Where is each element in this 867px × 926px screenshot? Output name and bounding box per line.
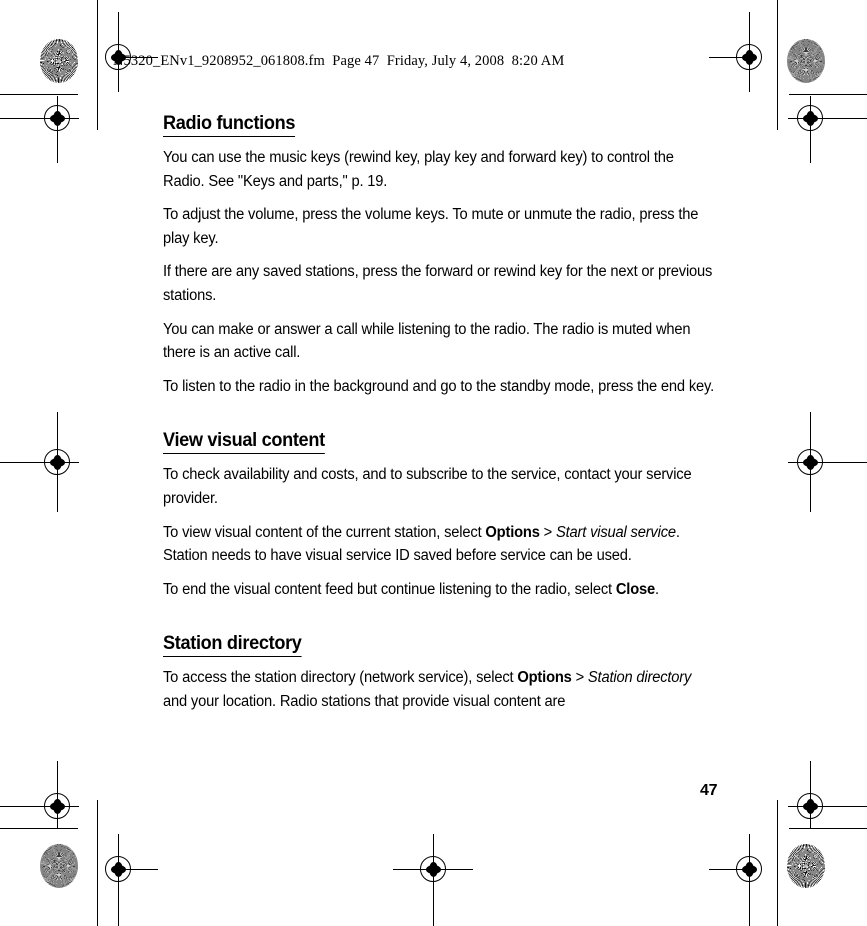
registration-mark-top-right <box>709 12 785 93</box>
registration-mark-upper-left <box>0 82 93 163</box>
section-heading: Radio functions <box>163 112 295 137</box>
body-paragraph: If there are any saved stations, press t… <box>163 260 715 307</box>
registration-ring <box>736 856 762 882</box>
registration-crosshair-horizontal <box>788 117 867 119</box>
registration-crosshair-vertical <box>117 834 119 926</box>
text-run: You can make or answer a call while list… <box>163 320 691 362</box>
text-run: To view visual content of the current st… <box>163 523 486 541</box>
registration-ring <box>797 105 823 131</box>
registration-crosshair-horizontal <box>0 805 79 807</box>
registration-hub <box>425 861 441 877</box>
registration-crosshair-vertical <box>748 834 750 926</box>
registration-ring <box>44 105 70 131</box>
text-run: If there are any saved stations, press t… <box>163 263 713 304</box>
text-run: To access the station directory (network… <box>163 669 518 687</box>
registration-crosshair-vertical <box>809 412 811 512</box>
registration-crosshair-horizontal <box>0 117 79 119</box>
text-run: To end the visual content feed but conti… <box>163 580 616 598</box>
registration-mark-lower-left <box>0 761 93 842</box>
text-run: To listen to the radio in the background… <box>163 377 715 395</box>
registration-ring <box>797 449 823 475</box>
text-run: To adjust the volume, press the volume k… <box>163 206 699 247</box>
registration-mark-bottom-center <box>393 833 473 926</box>
crop-line-vertical <box>97 800 98 926</box>
crop-line-horizontal <box>789 94 867 95</box>
section-heading: Station directory <box>163 632 302 658</box>
text-run: and your location. Radio stations that p… <box>163 692 566 710</box>
registration-crosshair-horizontal <box>118 868 158 870</box>
registration-crosshair-vertical <box>56 761 58 828</box>
registration-hub <box>741 49 757 65</box>
page-content-column: Radio functions You can use the music key… <box>163 112 715 714</box>
registration-crosshair-horizontal <box>788 461 867 463</box>
registration-hub <box>49 110 65 126</box>
section-heading-wrapper: View visual content <box>163 429 715 455</box>
registration-crosshair-vertical <box>809 761 811 828</box>
screen-angle-star-top-right <box>787 38 825 84</box>
body-paragraph: To adjust the volume, press the volume k… <box>163 203 715 250</box>
text-run: > <box>539 523 556 541</box>
crop-line-horizontal <box>0 828 78 829</box>
registration-ring <box>797 793 823 819</box>
registration-hub <box>802 454 818 470</box>
registration-hub <box>802 110 818 126</box>
registration-hub <box>741 861 757 877</box>
body-paragraph: You can use the music keys (rewind key, … <box>163 146 715 193</box>
registration-crosshair-horizontal <box>393 868 473 870</box>
registration-hub <box>49 798 65 814</box>
registration-mark-upper-right <box>774 82 867 163</box>
text-run: To check availability and costs, and to … <box>163 466 692 507</box>
section-heading: View visual content <box>163 429 325 455</box>
ui-menu-item-emphasis: Start visual service <box>555 523 676 541</box>
ui-command-emphasis: Options <box>485 523 540 541</box>
screen-angle-star-bottom-right <box>787 843 825 889</box>
registration-hub <box>110 861 126 877</box>
section-heading-wrapper: Station directory <box>163 632 715 658</box>
crop-line-horizontal <box>789 828 867 829</box>
registration-crosshair-vertical <box>432 834 434 926</box>
body-paragraph: You can make or answer a call while list… <box>163 318 715 365</box>
registration-crosshair-vertical <box>809 96 811 163</box>
screen-angle-star-top-left <box>40 38 78 84</box>
registration-hub <box>802 798 818 814</box>
registration-crosshair-vertical <box>56 412 58 512</box>
screen-angle-star-bottom-left <box>40 843 78 889</box>
registration-mark-middle-left <box>0 412 93 512</box>
registration-ring <box>44 793 70 819</box>
registration-ring <box>420 856 446 882</box>
ui-command-emphasis: Options <box>517 669 572 687</box>
registration-ring <box>44 449 70 475</box>
registration-crosshair-horizontal <box>709 868 749 870</box>
registration-ring <box>736 44 762 70</box>
crop-line-vertical <box>777 0 778 130</box>
body-paragraph: To view visual content of the current st… <box>163 521 715 568</box>
ui-menu-item-emphasis: Station directory <box>587 669 692 687</box>
registration-mark-middle-right <box>774 412 867 512</box>
crop-line-horizontal <box>0 94 78 95</box>
ui-command-emphasis: Close <box>615 580 656 598</box>
registration-mark-bottom-left <box>82 833 158 926</box>
text-run: You can use the music keys (rewind key, … <box>163 149 674 190</box>
document-header-slug: N5320_ENv1_9208952_061808.fm Page 47 Fri… <box>113 53 565 69</box>
body-paragraph: To check availability and costs, and to … <box>163 463 715 510</box>
text-run: > <box>571 669 588 687</box>
body-paragraph: To end the visual content feed but conti… <box>163 578 715 602</box>
text-run: . <box>655 580 659 598</box>
registration-ring <box>105 856 131 882</box>
page-number-folio: 47 <box>700 782 718 799</box>
registration-crosshair-horizontal <box>0 461 79 463</box>
registration-hub <box>49 454 65 470</box>
registration-crosshair-horizontal <box>788 805 867 807</box>
registration-mark-bottom-right <box>709 833 785 926</box>
registration-crosshair-horizontal <box>709 56 749 58</box>
registration-crosshair-vertical <box>56 96 58 163</box>
registration-crosshair-vertical <box>117 12 119 92</box>
crop-line-vertical <box>777 800 778 926</box>
section-heading-wrapper: Radio functions <box>163 112 715 137</box>
registration-mark-lower-right <box>774 761 867 842</box>
registration-crosshair-vertical <box>748 12 750 92</box>
crop-line-vertical <box>97 0 98 130</box>
body-paragraph: To listen to the radio in the background… <box>163 375 715 399</box>
body-paragraph: To access the station directory (network… <box>163 666 715 713</box>
